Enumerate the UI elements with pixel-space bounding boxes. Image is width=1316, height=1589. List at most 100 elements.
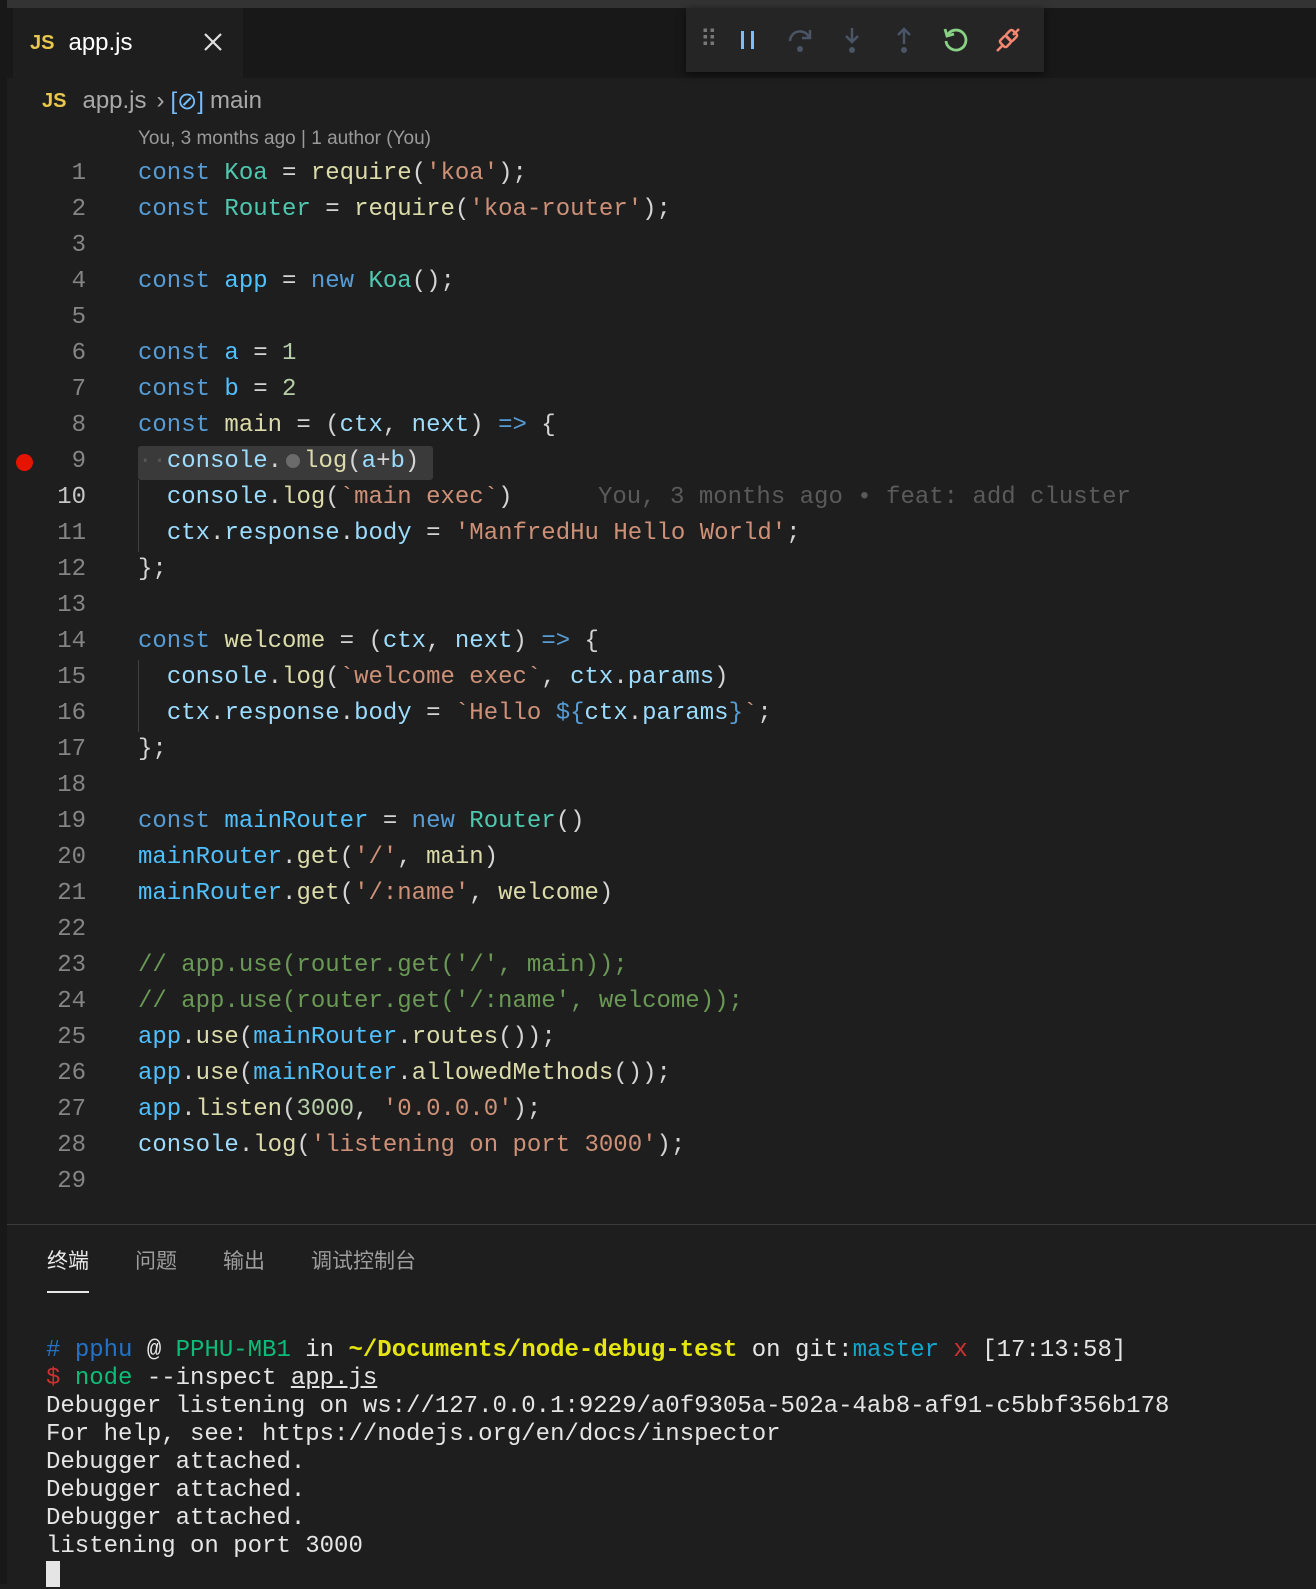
code-line: 22 <box>0 912 1316 948</box>
step-into-button[interactable] <box>826 14 878 66</box>
drag-handle-icon[interactable]: ⠿ <box>700 28 722 52</box>
step-out-icon <box>897 27 911 53</box>
disconnect-button[interactable] <box>982 14 1034 66</box>
code-line: 7 const b = 2 <box>0 372 1316 408</box>
code-text: }; <box>138 556 167 583</box>
terminal-line: Debugger listening on ws://127.0.0.1:922… <box>46 1393 1170 1420</box>
code-line: 12}; <box>0 552 1316 588</box>
close-icon[interactable] <box>199 28 227 56</box>
tab-terminal[interactable]: 终端 <box>47 1245 89 1293</box>
code-line: 19 const mainRouter = new Router() <box>0 804 1316 840</box>
line-number: 26 <box>57 1060 86 1087</box>
code-line: 6 const a = 1 <box>0 336 1316 372</box>
restart-button[interactable] <box>930 14 982 66</box>
code-text: mainRouter.get('/:name', welcome) <box>138 880 614 907</box>
line-number: 17 <box>57 736 86 763</box>
tab-problems[interactable]: 问题 <box>135 1245 177 1293</box>
code-text: const app = new Koa(); <box>138 268 455 295</box>
code-line: 24 // app.use(router.get('/:name', welcom… <box>0 984 1316 1020</box>
disconnect-icon <box>996 28 1020 52</box>
terminal-line: Debugger attached. <box>46 1449 306 1476</box>
debug-toolbar: ⠿ <box>686 8 1044 72</box>
line-number: 8 <box>71 412 86 439</box>
breadcrumb-file[interactable]: app.js <box>82 87 146 115</box>
code-line: 16 ctx.response.body = `Hello ${ctx.para… <box>0 696 1316 732</box>
code-text: console.log(`main exec`) <box>166 484 513 511</box>
tab-output[interactable]: 输出 <box>223 1245 265 1293</box>
code-text: const welcome = (ctx, next) => { <box>138 628 599 655</box>
code-text: const main = (ctx, next) => { <box>138 412 556 439</box>
line-number: 6 <box>71 340 86 367</box>
chevron-right-icon: › <box>156 87 165 114</box>
code-line: 27 app.listen(3000, '0.0.0.0'); <box>0 1092 1316 1128</box>
line-number: 13 <box>57 592 86 619</box>
code-line: 11 ctx.response.body = 'ManfredHu Hello … <box>0 516 1316 552</box>
terminal-line: For help, see: https://nodejs.org/en/doc… <box>46 1421 781 1448</box>
code-text: // app.use(router.get('/:name', welcome)… <box>138 988 743 1015</box>
code-text: ctx.response.body = `Hello ${ctx.params}… <box>166 700 772 727</box>
code-line: 8 const main = (ctx, next) => { <box>0 408 1316 444</box>
line-number: 7 <box>71 376 86 403</box>
js-file-icon: JS <box>42 89 67 112</box>
line-number: 4 <box>71 268 86 295</box>
symbol-variable-icon: [⊘] <box>170 87 204 115</box>
line-number: 2 <box>71 196 86 223</box>
code-line: 14 const welcome = (ctx, next) => { <box>0 624 1316 660</box>
line-number: 28 <box>57 1132 86 1159</box>
line-number: 14 <box>57 628 86 655</box>
line-number: 19 <box>57 808 86 835</box>
code-line: 3 <box>0 228 1316 264</box>
terminal-output[interactable]: # pphu @ PPHU-MB1 in ~/Documents/node-de… <box>46 1337 1169 1589</box>
code-line: 5 <box>0 300 1316 336</box>
prompt-line: # pphu @ PPHU-MB1 in ~/Documents/node-de… <box>46 1337 1127 1364</box>
panel-tabs: 终端 问题 输出 调试控制台 <box>47 1245 462 1293</box>
line-number: 20 <box>57 844 86 871</box>
line-number: 27 <box>57 1096 86 1123</box>
line-number: 29 <box>57 1168 86 1195</box>
code-text: ··console. log(a+b) <box>138 448 420 475</box>
code-text: const b = 2 <box>138 376 297 403</box>
code-text: app.use(mainRouter.allowedMethods()); <box>138 1060 671 1087</box>
code-line: 15 console.log(`welcome exec`, ctx.param… <box>0 660 1316 696</box>
terminal-line: listening on port 3000 <box>46 1533 363 1560</box>
line-number: 23 <box>57 952 86 979</box>
code-text: const a = 1 <box>138 340 297 367</box>
code-text: app.listen(3000, '0.0.0.0'); <box>138 1096 542 1123</box>
tab-debug-console[interactable]: 调试控制台 <box>311 1245 416 1293</box>
line-number: 5 <box>71 304 86 331</box>
step-out-button[interactable] <box>878 14 930 66</box>
pause-icon <box>741 31 754 49</box>
code-text: }; <box>138 736 167 763</box>
code-text: const mainRouter = new Router() <box>138 808 585 835</box>
inline-breakpoint-icon[interactable] <box>286 453 301 468</box>
code-line: 18 <box>0 768 1316 804</box>
code-text: const Koa = require('koa'); <box>138 160 527 187</box>
line-number: 18 <box>57 772 86 799</box>
step-over-button[interactable] <box>774 14 826 66</box>
line-number: 12 <box>57 556 86 583</box>
code-text: mainRouter.get('/', main) <box>138 844 499 871</box>
code-line: 23 // app.use(router.get('/', main)); <box>0 948 1316 984</box>
line-number: 15 <box>57 664 86 691</box>
code-line: 2 const Router = require('koa-router'); <box>0 192 1316 228</box>
code-line: 26 app.use(mainRouter.allowedMethods()); <box>0 1056 1316 1092</box>
tab-app-js[interactable]: JS app.js <box>13 8 243 78</box>
line-number: 25 <box>57 1024 86 1051</box>
inline-git-blame: You, 3 months ago • feat: add cluster <box>598 484 1131 511</box>
code-editor[interactable]: 1 const Koa = require('koa'); 2 const Rout… <box>0 156 1316 1200</box>
command-line: $ node --inspect app.js <box>46 1365 378 1392</box>
code-text: // app.use(router.get('/', main)); <box>138 952 628 979</box>
window-top-border <box>0 0 1316 8</box>
pause-button[interactable] <box>722 14 774 66</box>
code-line: 20 mainRouter.get('/', main) <box>0 840 1316 876</box>
line-number: 16 <box>57 700 86 727</box>
breadcrumb-symbol[interactable]: main <box>210 87 262 115</box>
code-line: 29 <box>0 1164 1316 1200</box>
code-text: console.log(`welcome exec`, ctx.params) <box>166 664 729 691</box>
bottom-panel: 终端 问题 输出 调试控制台 # pphu @ PPHU-MB1 in ~/Do… <box>7 1224 1316 1587</box>
code-line: 28 console.log('listening on port 3000'); <box>0 1128 1316 1164</box>
code-line: 21 mainRouter.get('/:name', welcome) <box>0 876 1316 912</box>
codelens-blame[interactable]: You, 3 months ago | 1 author (You) <box>138 128 431 150</box>
line-number: 1 <box>71 160 86 187</box>
code-text: app.use(mainRouter.routes()); <box>138 1024 556 1051</box>
